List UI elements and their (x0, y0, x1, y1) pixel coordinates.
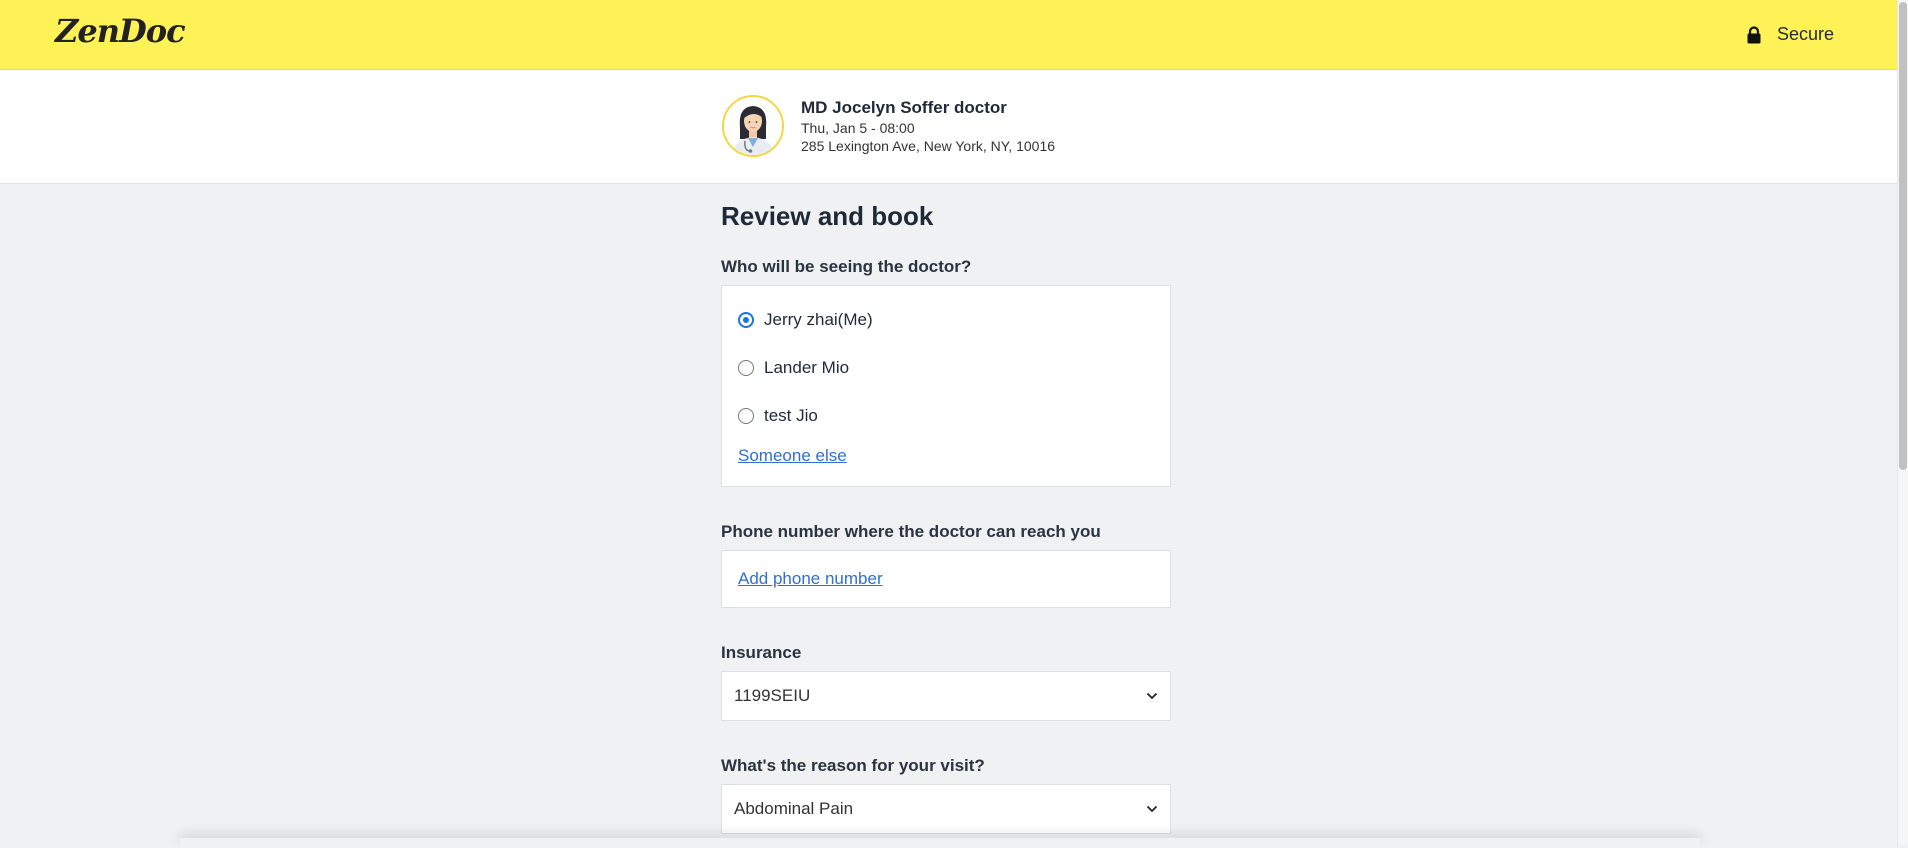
patient-radio[interactable] (738, 360, 754, 376)
insurance-section-label: Insurance (721, 643, 802, 662)
patient-option-label[interactable]: Jerry zhai(Me) (764, 310, 873, 330)
lock-icon (1747, 25, 1761, 43)
reason-section-label: What's the reason for your visit? (721, 756, 985, 775)
top-header: ZenDoc Secure (0, 0, 1898, 70)
reason-selected-value[interactable]: Abdominal Pain (734, 799, 853, 819)
doctor-avatar-icon (724, 97, 782, 155)
patient-option-label[interactable]: test Jio (764, 406, 818, 426)
chevron-down-icon[interactable] (1146, 805, 1158, 813)
booking-form: Review and book Who will be seeing the d… (721, 183, 1171, 834)
page-title: Review and book (721, 201, 934, 231)
insurance-select[interactable]: 1199SEIU (721, 671, 1171, 721)
patient-section-label: Who will be seeing the doctor? (721, 257, 972, 276)
someone-else-link[interactable]: Someone else (738, 446, 847, 465)
bottom-action-bar-edge (180, 838, 1700, 848)
page-scrollbar[interactable] (1897, 0, 1908, 845)
appointment-time: Thu, Jan 5 - 08:00 (801, 120, 915, 136)
reason-select[interactable]: Abdominal Pain (721, 784, 1171, 834)
patient-radio[interactable] (738, 408, 754, 424)
doctor-address: 285 Lexington Ave, New York, NY, 10016 (801, 138, 1056, 154)
add-phone-link[interactable]: Add phone number (738, 569, 883, 589)
insurance-selected-value[interactable]: 1199SEIU (734, 686, 810, 706)
secure-label: Secure (1776, 24, 1834, 44)
phone-field: Add phone number (721, 550, 1171, 608)
secure-indicator: Secure (1747, 24, 1834, 45)
doctor-info: MD Jocelyn Soffer doctor Thu, Jan 5 - 08… (801, 98, 1055, 154)
doctor-summary-card: MD Jocelyn Soffer doctor Thu, Jan 5 - 08… (0, 70, 1898, 184)
zendoc-logo[interactable]: ZenDoc (55, 12, 186, 50)
patient-option[interactable]: test Jio (738, 392, 1154, 440)
patient-radio-selected[interactable] (738, 312, 754, 328)
patient-option[interactable]: Jerry zhai(Me) (738, 296, 1154, 344)
patient-option[interactable]: Lander Mio (738, 344, 1154, 392)
scrollbar-thumb[interactable] (1899, 2, 1907, 470)
patient-option-label[interactable]: Lander Mio (764, 358, 849, 378)
phone-section-label: Phone number where the doctor can reach … (721, 522, 1101, 541)
doctor-name: MD Jocelyn Soffer doctor (801, 98, 1007, 117)
doctor-avatar (722, 95, 784, 157)
patient-selector: Jerry zhai(Me) Lander Mio test Jio Someo… (721, 285, 1171, 487)
chevron-down-icon[interactable] (1146, 692, 1158, 700)
